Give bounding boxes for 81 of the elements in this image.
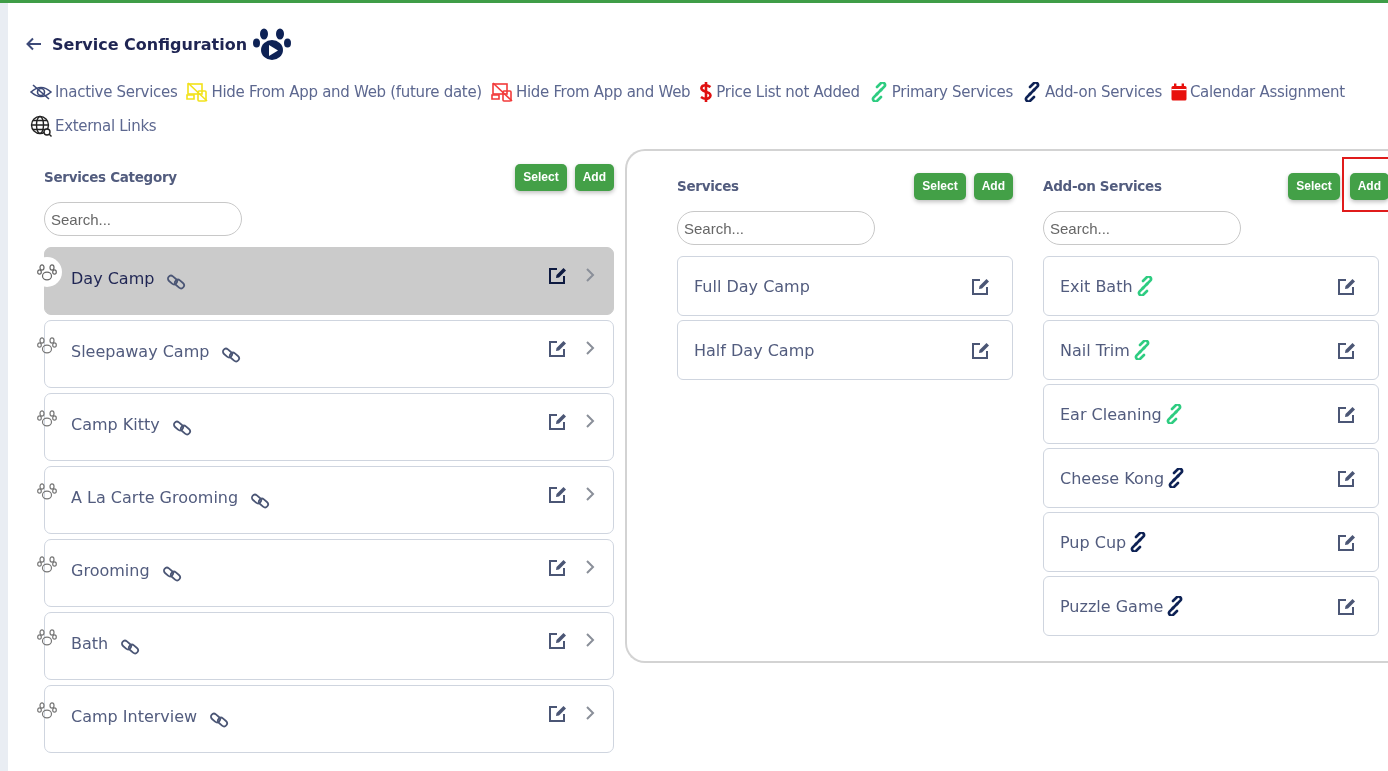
category-name: Grooming xyxy=(71,560,150,580)
category-name: Camp Interview xyxy=(71,706,198,726)
search-field[interactable]: Search... xyxy=(1043,211,1241,245)
link-icon xyxy=(171,418,192,438)
chevron-right-icon[interactable] xyxy=(585,486,595,502)
category-card[interactable]: Sleepaway Camp xyxy=(44,320,614,388)
service-name: Half Day Camp xyxy=(694,340,815,360)
section-title: Services xyxy=(677,178,739,194)
edit-icon[interactable] xyxy=(1337,532,1356,552)
link-icon xyxy=(161,564,182,584)
globe-icon xyxy=(30,115,52,137)
chevron-right-icon[interactable] xyxy=(585,340,595,356)
page-title: Service Configuration xyxy=(52,34,248,54)
edit-icon[interactable] xyxy=(1337,276,1356,296)
edit-icon[interactable] xyxy=(548,703,567,723)
chevron-right-icon[interactable] xyxy=(585,559,595,575)
service-name: Full Day Camp xyxy=(694,276,810,296)
legend-label: Hide From App and Web (future date) xyxy=(211,83,482,101)
category-name: Bath xyxy=(71,633,109,653)
link-icon xyxy=(209,710,230,730)
edit-icon[interactable] xyxy=(548,411,567,431)
edit-icon[interactable] xyxy=(548,338,567,358)
edit-icon[interactable] xyxy=(971,340,990,360)
addon-card[interactable]: Ear Cleaning xyxy=(1043,384,1379,444)
legend-label: Inactive Services xyxy=(55,83,178,101)
back-arrow-icon[interactable] xyxy=(26,37,42,51)
service-card[interactable]: Half Day Camp xyxy=(677,320,1013,380)
category-name: Day Camp xyxy=(71,268,155,288)
service-card[interactable]: Full Day Camp xyxy=(677,256,1013,316)
category-card[interactable]: A La Carte Grooming xyxy=(44,466,614,534)
edit-icon[interactable] xyxy=(1337,468,1356,488)
eye-slash-icon xyxy=(30,83,52,101)
addon-name: Pup Cup xyxy=(1060,532,1127,552)
search-field[interactable]: Search... xyxy=(44,202,242,236)
addon-name: Nail Trim xyxy=(1060,340,1130,360)
dollar-icon xyxy=(699,81,714,103)
category-card[interactable]: Bath xyxy=(44,612,614,680)
category-card[interactable]: Camp Kitty xyxy=(44,393,614,461)
chevron-right-icon[interactable] xyxy=(585,413,595,429)
section-title: Add-on Services xyxy=(1043,178,1162,194)
edit-icon[interactable] xyxy=(971,276,990,296)
link-icon xyxy=(221,345,242,365)
chevron-right-icon[interactable] xyxy=(585,705,595,721)
crossed-devices-icon xyxy=(490,82,513,102)
addon-card[interactable]: Cheese Kong xyxy=(1043,448,1379,508)
link-icon xyxy=(166,272,187,292)
addon-card[interactable]: Nail Trim xyxy=(1043,320,1379,380)
category-card[interactable]: Grooming xyxy=(44,539,614,607)
legend-label: Price List not Added xyxy=(716,83,860,101)
edit-icon[interactable] xyxy=(1337,340,1356,360)
edit-icon[interactable] xyxy=(1337,596,1356,616)
crossed-devices-icon xyxy=(186,82,209,102)
legend-label: Calendar Assignment xyxy=(1189,83,1345,101)
calendar-icon xyxy=(1170,83,1187,101)
edit-icon[interactable] xyxy=(548,484,567,504)
addon-name: Exit Bath xyxy=(1060,276,1133,296)
addon-card[interactable]: Pup Cup xyxy=(1043,512,1379,572)
category-card[interactable]: Camp Interview xyxy=(44,685,614,753)
category-name: Sleepaway Camp xyxy=(71,341,210,361)
category-name: Camp Kitty xyxy=(71,414,160,434)
edit-icon[interactable] xyxy=(548,557,567,577)
chevron-right-icon[interactable] xyxy=(585,632,595,648)
section-title: Services Category xyxy=(44,169,177,185)
addon-name: Cheese Kong xyxy=(1060,468,1165,488)
addon-card[interactable]: Puzzle Game xyxy=(1043,576,1379,636)
legend-label: Add-on Services xyxy=(1044,83,1162,101)
edit-icon[interactable] xyxy=(548,265,567,285)
paw-play-icon xyxy=(253,27,292,61)
legend-label: External Links xyxy=(55,117,157,135)
legend-label: Primary Services xyxy=(891,83,1013,101)
addon-name: Puzzle Game xyxy=(1060,596,1164,616)
edit-icon[interactable] xyxy=(1337,404,1356,424)
link-icon xyxy=(120,637,141,657)
search-field[interactable]: Search... xyxy=(677,211,875,245)
edit-icon[interactable] xyxy=(548,630,567,650)
addon-name: Ear Cleaning xyxy=(1060,404,1162,424)
link-icon xyxy=(250,491,271,511)
addon-card[interactable]: Exit Bath xyxy=(1043,256,1379,316)
category-name: A La Carte Grooming xyxy=(71,487,239,507)
legend-label: Hide From App and Web xyxy=(515,83,691,101)
category-card[interactable]: Day Camp xyxy=(44,247,614,315)
